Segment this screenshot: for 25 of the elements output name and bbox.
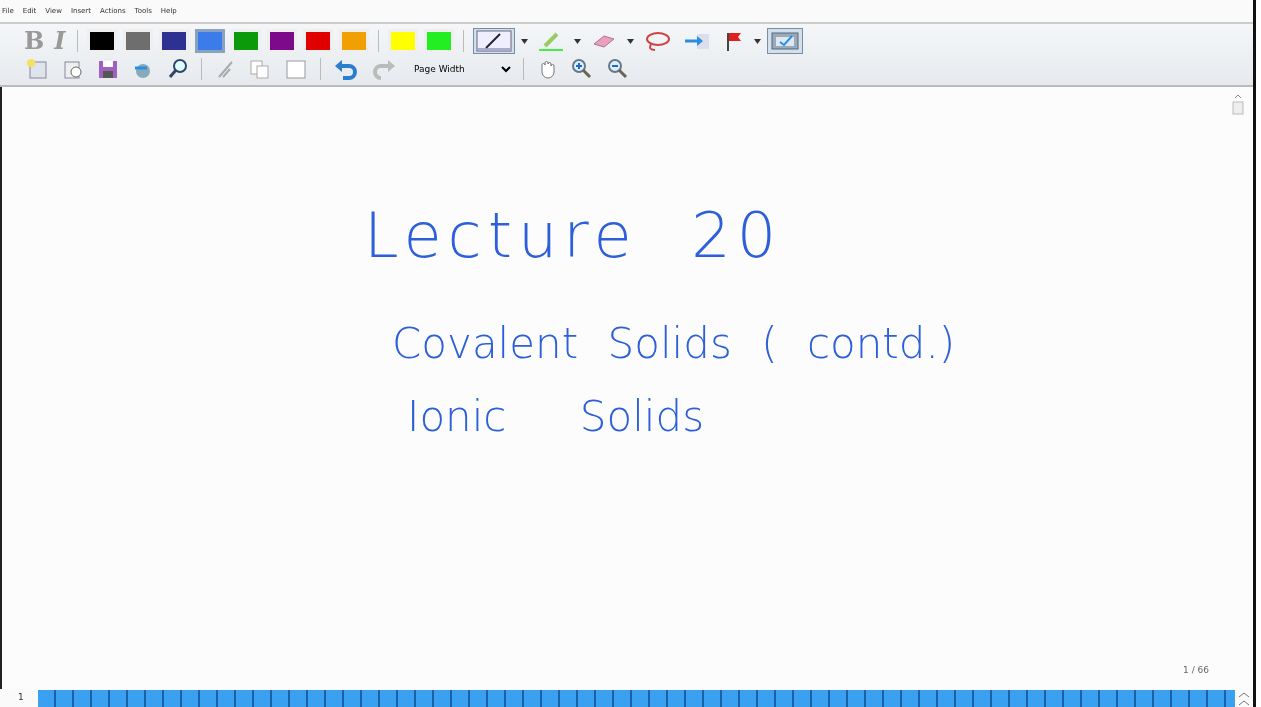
dropdown-caret-icon[interactable] xyxy=(753,38,761,44)
page-indicator: 1 / 66 xyxy=(1183,663,1209,677)
dropdown-caret-icon[interactable] xyxy=(573,38,581,44)
search-icon xyxy=(167,58,189,80)
check-window-icon xyxy=(769,30,800,52)
selection-tool-button[interactable] xyxy=(766,28,803,54)
save-icon xyxy=(97,58,119,80)
highlighter-icon xyxy=(536,30,565,52)
redo-icon xyxy=(371,58,397,80)
new-note-icon xyxy=(25,58,49,80)
paste-icon xyxy=(284,58,308,80)
zoom-out-icon xyxy=(606,58,630,80)
handwritten-text: Covalent Solids ( contd.) xyxy=(392,318,957,370)
handwritten-text: Ionic Solids xyxy=(407,391,706,443)
scroll-bar-icon[interactable] xyxy=(1231,93,1245,115)
dropdown-caret-icon[interactable] xyxy=(626,38,634,44)
undo-icon xyxy=(333,58,359,80)
zoom-dropdown[interactable]: Page Width xyxy=(406,59,514,79)
handwritten-text: Lecture 20 xyxy=(364,198,784,274)
dropdown-caret-icon[interactable] xyxy=(520,38,528,44)
pen-tool-button[interactable] xyxy=(472,28,515,54)
pen-icon xyxy=(475,30,512,52)
copy-icon xyxy=(248,58,272,80)
page-number: 1 xyxy=(17,691,25,705)
zoom-in-icon xyxy=(570,58,594,80)
